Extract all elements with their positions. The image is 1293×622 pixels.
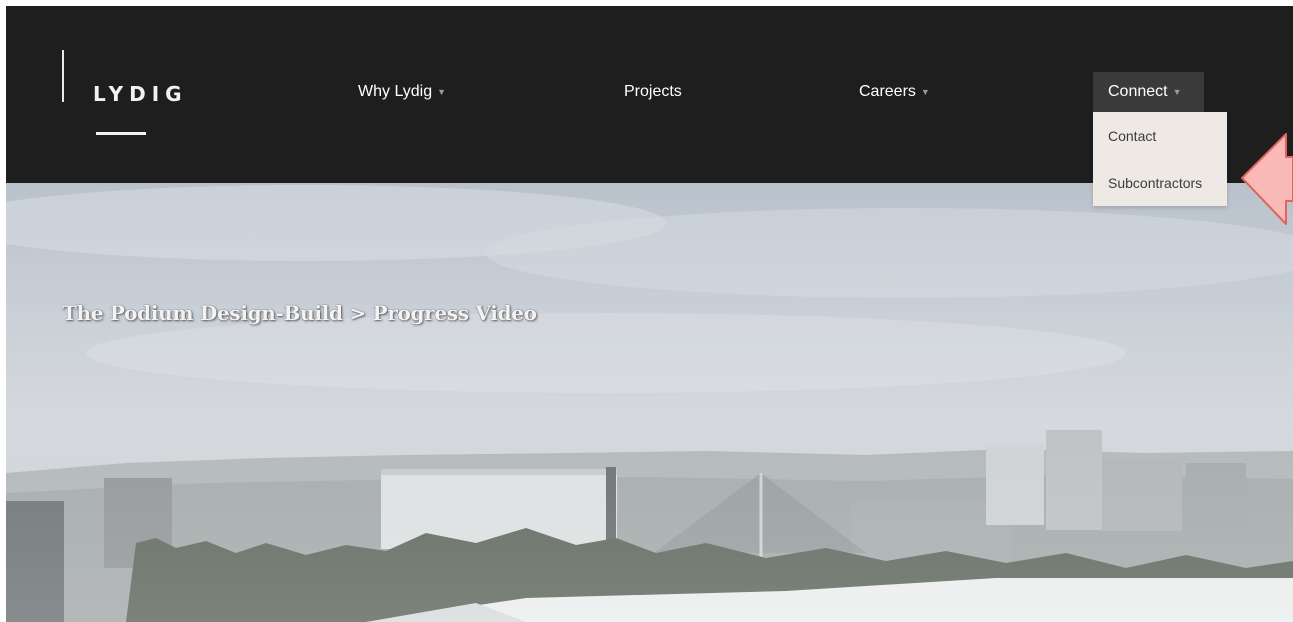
connect-dropdown-menu: Contact Subcontractors — [1093, 112, 1227, 206]
caret-down-icon: ▼ — [920, 87, 930, 97]
hero-video[interactable]: The Podium Design-Build > Progress Video — [6, 183, 1293, 622]
nav-careers-label: Careers — [859, 83, 916, 100]
nav-why-lydig-label: Why Lydig — [358, 83, 433, 100]
menu-item-contact[interactable]: Contact — [1108, 127, 1156, 145]
hero-video-title[interactable]: The Podium Design-Build > Progress Video — [62, 301, 537, 325]
nav-careers[interactable]: Careers ▼ — [859, 72, 930, 112]
lydig-logo[interactable]: LYDIG — [62, 50, 192, 140]
nav-connect-label: Connect — [1108, 83, 1168, 100]
nav-projects[interactable]: Projects — [624, 72, 682, 112]
page: LYDIG Why Lydig ▼ Projects Careers ▼ Conne… — [0, 0, 1293, 622]
caret-down-icon: ▼ — [437, 87, 447, 97]
logo-underline — [96, 132, 146, 135]
caret-down-icon: ▼ — [1172, 87, 1182, 97]
logo-text: LYDIG — [93, 82, 188, 106]
nav-connect[interactable]: Connect ▼ — [1093, 72, 1204, 112]
logo-vertical-bar — [62, 50, 64, 102]
nav-projects-label: Projects — [624, 83, 682, 100]
nav-why-lydig[interactable]: Why Lydig ▼ — [358, 72, 446, 112]
city-skyline-image — [6, 183, 1293, 622]
menu-item-subcontractors[interactable]: Subcontractors — [1108, 174, 1202, 192]
pointer-arrow-icon — [1241, 133, 1293, 225]
